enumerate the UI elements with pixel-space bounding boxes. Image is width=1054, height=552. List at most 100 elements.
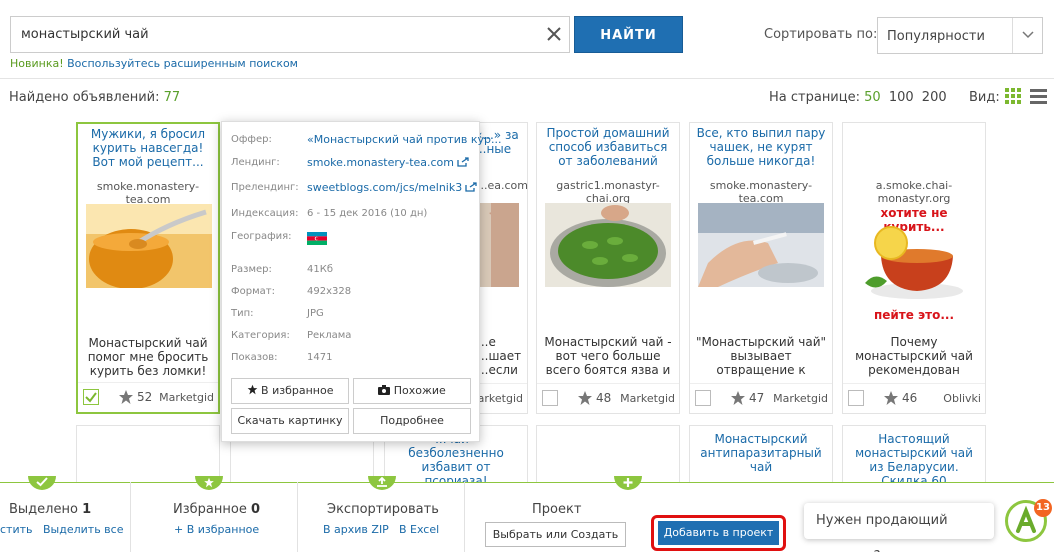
ad-image-green-pods[interactable]	[545, 203, 671, 287]
project-title: Проект	[532, 502, 582, 517]
ad-network: Marketgid	[620, 392, 675, 405]
prelanding-link[interactable]: sweetblogs.com/jcs/melnik3	[307, 181, 477, 194]
star-icon	[247, 384, 257, 395]
ad-footer: 52 Marketgid	[78, 382, 218, 412]
ad-title[interactable]: Простой домашний способ избавиться от за…	[541, 126, 675, 170]
prelanding-value: sweetblogs.com/jcs/melnik3	[307, 181, 463, 194]
ad-description: Почему монастырский чай рекомендован каж…	[855, 335, 973, 379]
ad-title[interactable]: Мужики, я бросил курить навсегда! Вот мо…	[82, 127, 214, 171]
ad-domain: smoke.monastery-tea.com	[709, 179, 813, 205]
export-excel-link[interactable]: В Excel	[399, 523, 439, 536]
check-icon	[85, 392, 97, 403]
check-icon	[36, 477, 48, 487]
select-checkbox[interactable]	[848, 390, 864, 406]
view-label: Вид:	[969, 90, 1000, 105]
ad-footer: 48 Marketgid	[537, 383, 679, 413]
size-value: 41Кб	[307, 264, 333, 275]
type-label: Тип:	[231, 308, 254, 319]
found-number: 77	[163, 90, 181, 105]
ad-card[interactable]: Все, кто выпил пару чашек, не курят боль…	[689, 122, 833, 414]
ad-rating: 48	[596, 391, 612, 405]
ad-rating: 52	[137, 390, 153, 404]
prelanding-label: Прелендинг:	[231, 182, 299, 193]
select-all-link[interactable]: Выделить все	[43, 523, 123, 536]
azerbaijan-flag-icon	[307, 232, 327, 245]
similar-button[interactable]: Похожие	[353, 378, 471, 404]
ad-footer: 47 Marketgid	[690, 383, 832, 413]
clear-icon[interactable]	[545, 25, 563, 43]
grid-view-icon[interactable]	[1005, 88, 1021, 104]
ad-rating: 46	[902, 391, 918, 405]
selected-count: 1	[82, 502, 92, 517]
ad-rating: 47	[749, 391, 765, 405]
similar-label: Похожие	[393, 384, 446, 397]
favorites-section	[131, 482, 298, 552]
category-label: Категория:	[231, 330, 290, 341]
clear-selection-link[interactable]: стить	[0, 523, 33, 536]
ad-footer: 46 Oblivki	[843, 383, 985, 413]
add-favorite-label: В избранное	[261, 384, 334, 397]
selected-label: Выделено	[9, 502, 78, 517]
ad-image-honey[interactable]	[86, 204, 212, 288]
index-value: 6 - 15 дек 2016 (10 дн)	[307, 208, 428, 219]
ad-domain: smoke.monastery-tea.com	[96, 180, 200, 206]
ad-image-cigarette[interactable]	[698, 203, 824, 287]
landing-link[interactable]: smoke.monastery-tea.com	[307, 156, 469, 169]
selected-section	[0, 482, 131, 552]
advanced-search-link[interactable]: Воспользуйтесь расширенным поиском	[67, 57, 298, 70]
sort-label: Сортировать по:	[764, 27, 878, 42]
ad-network: Marketgid	[773, 392, 828, 405]
search-button[interactable]: НАЙТИ	[574, 16, 683, 53]
add-to-project-button[interactable]: Добавить в проект	[658, 521, 779, 545]
format-label: Формат:	[231, 286, 275, 297]
landing-value: smoke.monastery-tea.com	[307, 156, 455, 169]
per-page-50[interactable]: 50	[864, 90, 881, 105]
search-input[interactable]: монастырский чай	[10, 16, 570, 53]
ad-title[interactable]: Монастырский антипаразитарный чай	[694, 432, 828, 474]
hint-new-label: Новинка!	[10, 57, 64, 70]
add-to-favorites-link[interactable]: + В избранное	[174, 523, 259, 536]
type-value: JPG	[307, 308, 324, 319]
favorites-title: Избранное 0	[173, 502, 260, 517]
ad-title[interactable]: Все, кто выпил пару чашек, не курят боль…	[694, 126, 828, 170]
landing-label: Лендинг:	[231, 157, 280, 168]
download-image-button[interactable]: Скачать картинку	[231, 408, 349, 434]
category-value: Реклама	[307, 330, 352, 341]
favorites-label: Избранное	[173, 502, 247, 517]
choose-project-button[interactable]: Выбрать или Создать	[485, 522, 626, 547]
ad-title[interactable]: Настоящий монастырский чай из Беларусии.…	[847, 432, 981, 488]
offer-value[interactable]: «Монастырский чай против кур...	[307, 133, 501, 146]
star-icon	[884, 391, 898, 405]
more-details-button[interactable]: Подробнее	[353, 408, 471, 434]
select-checkbox[interactable]	[83, 389, 99, 405]
ad-card[interactable]: a.smoke.chai-monastyr.org хотите не кури…	[842, 122, 986, 414]
export-title: Экспортировать	[327, 502, 439, 517]
sort-value: Популярности	[887, 29, 985, 44]
list-view-icon[interactable]	[1030, 89, 1047, 104]
star-icon	[119, 390, 133, 404]
found-count: Найдено объявлений: 77	[9, 90, 180, 105]
select-checkbox[interactable]	[542, 390, 558, 406]
format-value: 492x328	[307, 286, 352, 297]
star-icon	[204, 477, 214, 488]
ad-image-tea[interactable]: хотите не курить... пейте это...	[851, 203, 977, 323]
chevron-down-icon	[1012, 18, 1042, 53]
select-checkbox[interactable]	[695, 390, 711, 406]
ad-description: ...е ...шает ...если ...ом?	[477, 335, 522, 379]
ad-card[interactable]: Простой домашний способ избавиться от за…	[536, 122, 680, 414]
per-page-100[interactable]: 100	[889, 90, 914, 105]
add-favorite-button[interactable]: В избранное	[231, 378, 349, 404]
star-icon	[578, 391, 592, 405]
export-section	[298, 482, 465, 552]
per-page-200[interactable]: 200	[922, 90, 947, 105]
ad-card[interactable]: Мужики, я бросил курить навсегда! Вот мо…	[76, 122, 220, 414]
sort-select[interactable]: Популярности	[877, 17, 1043, 54]
chat-prompt[interactable]: Нужен продающий лендинг?	[804, 503, 994, 552]
export-zip-link[interactable]: В архив ZIP	[323, 523, 389, 536]
views-value: 1471	[307, 352, 333, 363]
plus-icon	[623, 478, 633, 487]
ad-image-text-bottom: пейте это...	[873, 308, 955, 322]
ad-description: Монастырский чай - вот чего больше всего…	[544, 335, 672, 379]
ad-domain: ...ea.com	[477, 179, 528, 192]
views-label: Показов:	[231, 352, 278, 363]
